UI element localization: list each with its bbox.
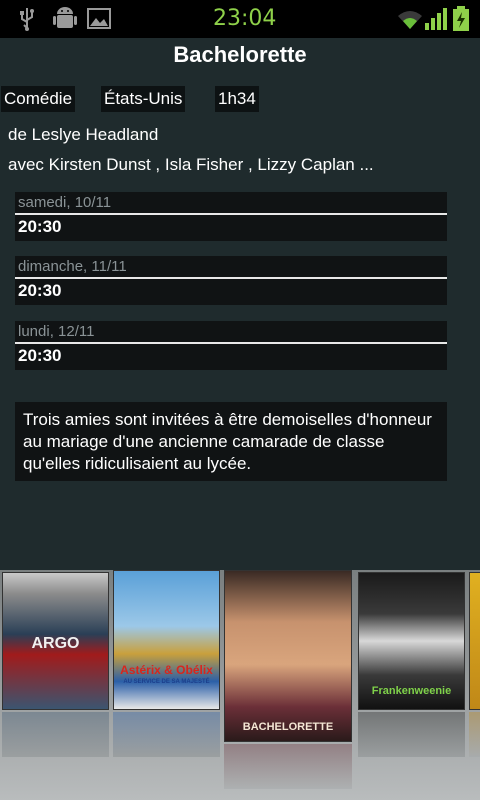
divider xyxy=(15,213,447,215)
divider xyxy=(15,342,447,344)
synopsis: Trois amies sont invitées à être demoise… xyxy=(15,402,447,481)
clock: 23:04 xyxy=(213,6,277,31)
poster-bachelorette[interactable]: BACHELORETTE xyxy=(224,570,352,742)
poster-reflection xyxy=(113,712,220,757)
poster-argo[interactable]: ARGO xyxy=(2,572,109,710)
page-title: Bachelorette xyxy=(173,42,307,67)
duration-tag: 1h34 xyxy=(215,86,259,112)
genre-tag: Comédie xyxy=(1,86,76,112)
android-debug-icon xyxy=(52,6,78,37)
poster-frankenweenie[interactable]: Frankenweenie xyxy=(358,572,465,710)
poster-reflection xyxy=(469,712,480,757)
showtime-block[interactable]: dimanche, 11/11 20:30 xyxy=(15,256,447,305)
poster-title: Astérix & Obélix xyxy=(120,663,213,677)
poster-reflection xyxy=(2,712,109,757)
showtime-time[interactable]: 20:30 xyxy=(18,281,61,301)
usb-icon xyxy=(16,6,38,37)
showtime-block[interactable]: lundi, 12/11 20:30 xyxy=(15,321,447,370)
showtime-day: lundi, 12/11 xyxy=(18,323,95,340)
poster-title: ARGO xyxy=(31,635,80,652)
cast-line: avec Kirsten Dunst , Isla Fisher , Lizzy… xyxy=(8,155,374,174)
poster-title: BACHELORETTE xyxy=(242,721,334,733)
showtime-day: dimanche, 11/11 xyxy=(18,258,127,275)
poster-reflection xyxy=(224,744,352,789)
poster-subtitle: AU SERVICE DE SA MAJESTÉ xyxy=(123,679,210,685)
signal-icon xyxy=(424,6,448,37)
showtime-day: samedi, 10/11 xyxy=(18,194,112,211)
poster-partial[interactable] xyxy=(469,572,480,710)
poster-reflection xyxy=(358,712,465,757)
image-icon xyxy=(86,6,112,37)
showtime-time[interactable]: 20:30 xyxy=(18,346,61,366)
director-line: de Leslye Headland xyxy=(8,125,159,144)
status-bar: 23:04 xyxy=(0,0,480,38)
country-tag: États-Unis xyxy=(101,86,186,112)
poster-carousel[interactable]: ARGO Astérix & Obélix AU SERVICE DE SA M… xyxy=(0,570,480,800)
poster-title: Frankenweenie xyxy=(371,685,452,697)
showtime-block[interactable]: samedi, 10/11 20:30 xyxy=(15,192,447,241)
showtime-time[interactable]: 20:30 xyxy=(18,217,61,237)
divider xyxy=(15,277,447,279)
battery-charging-icon xyxy=(452,6,470,37)
wifi-icon xyxy=(396,6,424,37)
poster-asterix-obelix[interactable]: Astérix & Obélix AU SERVICE DE SA MAJEST… xyxy=(113,570,220,710)
